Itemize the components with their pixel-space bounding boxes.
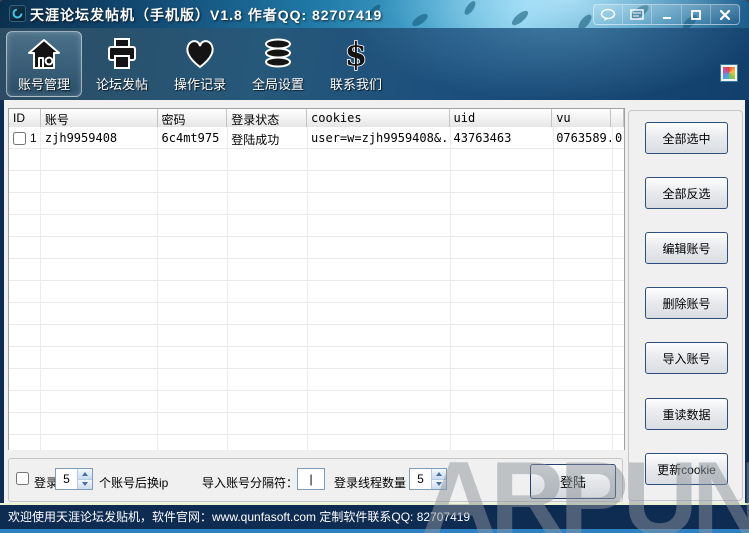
table-body: 1 zjh9959408 6c4mt975 登陆成功 user=w=zjh995… [9,127,624,450]
table-row[interactable]: 1 zjh9959408 6c4mt975 登陆成功 user=w=zjh995… [9,127,624,149]
grid-line [450,127,451,450]
separator-input[interactable] [297,468,325,490]
window-controls [593,4,740,25]
account-table: ID 账号 密码 登录状态 cookies uid vu 1 zjh995940… [8,108,625,450]
toolbar-item-label: 账号管理 [17,77,70,92]
toolbar-item-account-manage[interactable]: 账号管理 [6,31,82,97]
toolbar-item-global-settings[interactable]: 全局设置 [240,31,316,97]
status-bar: 欢迎使用天涯论坛发贴机，软件官网：www.qunfasoft.com 定制软件联… [0,505,749,529]
col-header-account[interactable]: 账号 [40,109,158,127]
ip-switch-count-input[interactable] [56,469,77,489]
app-icon [9,5,26,22]
login-button[interactable]: 登陆 [530,464,616,499]
table-header: ID 账号 密码 登录状态 cookies uid vu [9,109,624,127]
main-panel: ID 账号 密码 登录状态 cookies uid vu 1 zjh995940… [4,100,745,503]
printer-icon [104,35,140,73]
grid-line [307,127,308,450]
bottom-control-group: 登录 个账号后换ip 导入账号分隔符： 登录线程数量 登陆 [8,458,623,502]
app-window: 天涯论坛发帖机（手机版）V1.8 作者QQ: 82707419 账号管理 论坛发… [0,0,749,533]
heart-icon [182,35,218,73]
toolbar-item-operation-log[interactable]: 操作记录 [162,31,238,97]
grid-line [227,127,228,450]
row-account: zjh9959408 [44,131,118,145]
spinner-up-icon[interactable] [432,469,446,479]
row-uid: 43763463 [453,131,512,145]
spinner-down-icon[interactable] [78,478,92,489]
ip-switch-suffix-label: 个账号后换ip [99,476,169,490]
grid-line [612,127,613,450]
login-checkbox[interactable] [16,472,29,485]
edit-account-button[interactable]: 编辑账号 [645,232,728,264]
grid-line [40,127,41,450]
toolbar-item-contact-us[interactable]: $ 联系我们 [318,31,394,97]
minimize-button[interactable] [652,5,682,24]
toolbar-item-label: 论坛发帖 [95,77,148,92]
svg-text:$: $ [345,37,367,71]
row-id: 1 [30,131,37,145]
grid-line [553,127,554,450]
window-bottom-border [0,529,749,533]
col-header-uid[interactable]: uid [449,109,553,127]
title-bar: 天涯论坛发帖机（手机版）V1.8 作者QQ: 82707419 [0,0,749,28]
spinner-down-icon[interactable] [432,478,446,489]
row-vu: 0763589... [556,131,611,145]
ip-switch-count-stepper [55,468,93,490]
dollar-icon: $ [338,35,374,73]
database-icon [260,35,296,73]
col-header-extra[interactable] [611,109,624,127]
row-password: 6c4mt975 [161,131,220,145]
toolbar-item-label: 联系我们 [329,77,382,92]
invert-select-button[interactable]: 全部反选 [645,177,728,209]
message-board-icon[interactable] [623,5,653,24]
row-cookies: user=w=zjh9959408&... [311,131,450,145]
toolbar-item-label: 操作记录 [173,77,226,92]
house-icon [26,35,62,73]
reload-data-button[interactable]: 重读数据 [645,398,728,430]
col-header-password[interactable]: 密码 [157,109,228,127]
thread-count-input[interactable] [410,469,431,489]
import-account-button[interactable]: 导入账号 [645,342,728,374]
chat-icon[interactable] [594,5,624,24]
sidebar-button-group: 全部选中 全部反选 编辑账号 删除账号 导入账号 重读数据 更新cookie [628,110,743,501]
window-title: 天涯论坛发帖机（手机版）V1.8 作者QQ: 82707419 [30,7,383,23]
delete-account-button[interactable]: 删除账号 [645,287,728,319]
toolbar-item-forum-post[interactable]: 论坛发帖 [84,31,160,97]
spinner-up-icon[interactable] [78,469,92,479]
skin-palette-icon[interactable] [721,65,737,81]
select-all-button[interactable]: 全部选中 [645,122,728,154]
maximize-button[interactable] [682,5,711,24]
row-checkbox[interactable] [13,131,26,145]
col-header-vu[interactable]: vu [552,109,612,127]
close-button[interactable] [711,5,739,24]
row-id-cell: 1 [9,127,41,149]
thread-count-stepper [409,468,447,490]
col-header-cookies[interactable]: cookies [307,109,450,127]
row-extra: 0. [615,131,624,145]
col-header-id[interactable]: ID [9,109,41,127]
col-header-status[interactable]: 登录状态 [227,109,308,127]
grid-line [157,127,158,450]
main-toolbar: 账号管理 论坛发帖 操作记录 全局设置 $ 联系我们 [0,28,749,100]
update-cookie-button[interactable]: 更新cookie [645,453,728,485]
status-text: 欢迎使用天涯论坛发贴机，软件官网：www.qunfasoft.com 定制软件联… [8,510,471,524]
toolbar-item-label: 全局设置 [251,77,304,92]
thread-count-label: 登录线程数量 [334,476,407,490]
separator-label: 导入账号分隔符： [202,476,299,490]
row-login-status: 登陆成功 [231,133,280,147]
